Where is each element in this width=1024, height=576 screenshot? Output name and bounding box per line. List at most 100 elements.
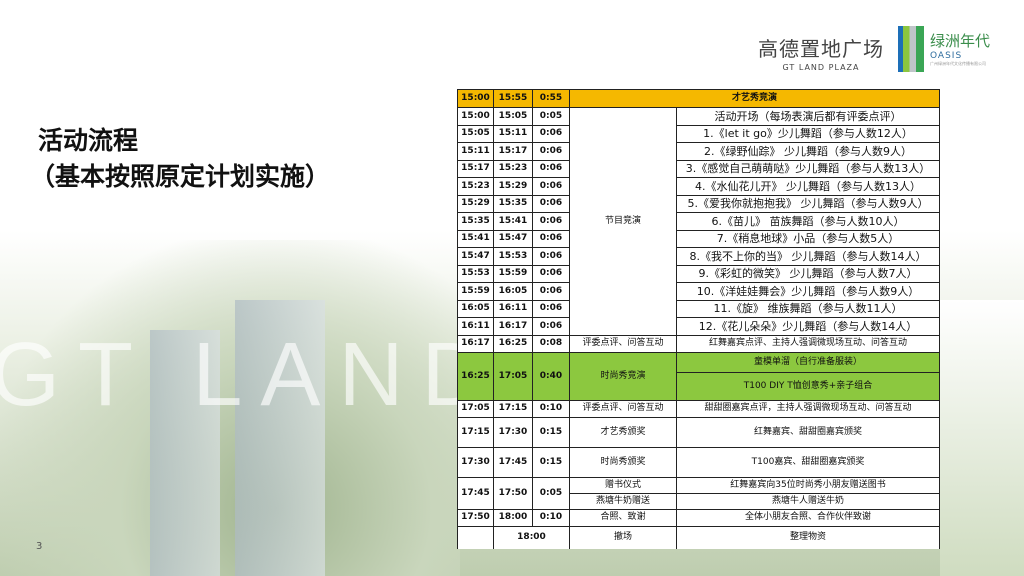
logo-en: OASIS — [930, 51, 963, 61]
end-time: 15:11 — [493, 124, 533, 143]
item-description: 10.《洋娃娃舞会》少儿舞蹈（参与人数9人） — [676, 282, 940, 301]
start-time: 16:17 — [457, 334, 494, 353]
item-description: T100嘉宾、甜甜圈嘉宾颁奖 — [676, 446, 940, 478]
end-time: 17:45 — [493, 446, 533, 478]
slide-subtitle: （基本按照原定计划实施） — [30, 162, 331, 191]
start-time: 15:11 — [457, 142, 494, 161]
end-time: 15:17 — [493, 142, 533, 161]
end-time: 16:17 — [493, 317, 533, 336]
start-time: 15:41 — [457, 229, 494, 248]
start-time: 17:45 — [457, 476, 494, 510]
table-row: 18:00 撤场 整理物资 — [457, 525, 940, 549]
item-description: 7.《稍息地球》小品（参与人数5人） — [676, 229, 940, 248]
item-description: 5.《爱我你就抱抱我》 少儿舞蹈（参与人数9人） — [676, 194, 940, 213]
logo-cn: 高德置地广场 — [758, 37, 884, 61]
end-time: 15:35 — [493, 194, 533, 213]
start-time: 15:17 — [457, 159, 494, 178]
end-time: 17:05 — [493, 351, 533, 401]
table-row: 15:35 15:41 0:06 6.《苗儿》 苗族舞蹈（参与人数10人） — [457, 212, 940, 231]
duration: 0:40 — [532, 351, 570, 401]
table-row: 15:47 15:53 0:06 8.《我不上你的当》 少儿舞蹈（参与人数14人） — [457, 247, 940, 266]
section-title: 才艺秀竞演 — [569, 89, 940, 108]
end-time: 15:41 — [493, 212, 533, 231]
table-row: 15:11 15:17 0:06 2.《绿野仙踪》 少儿舞蹈（参与人数9人） — [457, 142, 940, 161]
duration: 0:06 — [532, 317, 570, 336]
oasis-logo-mark-icon — [898, 26, 924, 72]
duration: 0:05 — [532, 107, 570, 126]
table-row: 15:00 15:05 0:05 节目竞演 活动开场（每场表演后都有评委点评） — [457, 107, 940, 336]
segment-name: 合照、致谢 — [569, 508, 677, 527]
start-time: 15:29 — [457, 194, 494, 213]
table-row: 17:05 17:15 0:10 评委点评、问答互动 甜甜圈嘉宾点评，主持人强调微现场互… — [457, 399, 940, 418]
item-description: 11.《旋》 维族舞蹈（参与人数11人） — [676, 299, 940, 318]
table-row: 17:45 17:50 0:05 赠书仪式 红舞嘉宾向35位时尚秀小朋友赠送图书 — [457, 476, 940, 510]
table-row: 15:41 15:47 0:06 7.《稍息地球》小品（参与人数5人） — [457, 229, 940, 248]
item-description: 2.《绿野仙踪》 少儿舞蹈（参与人数9人） — [676, 142, 940, 161]
start-time: 15:23 — [457, 177, 494, 196]
duration: 0:06 — [532, 177, 570, 196]
duration: 0:06 — [532, 299, 570, 318]
end-time: 16:05 — [493, 282, 533, 301]
schedule-table: 15:00 15:55 0:55 才艺秀竞演 15:00 15:05 0:05 节目竞… — [457, 89, 940, 549]
end-time: 16:25 — [493, 334, 533, 353]
item-description: 整理物资 — [676, 525, 940, 549]
duration: 0:06 — [532, 282, 570, 301]
table-row: 17:15 17:30 0:15 才艺秀颁奖 红舞嘉宾、甜甜圈嘉宾颁奖 — [457, 416, 940, 448]
item-description: 3.《感觉自己萌萌哒》少儿舞蹈（参与人数13人） — [676, 159, 940, 178]
table-row: 17:30 17:45 0:15 时尚秀颁奖 T100嘉宾、甜甜圈嘉宾颁奖 — [457, 446, 940, 478]
duration: 0:05 — [532, 476, 570, 510]
logo-small: 广州绿洲年代文化传播有限公司 — [930, 61, 986, 66]
item-description: 全体小朋友合照、合作伙伴致谢 — [676, 508, 940, 527]
item-description: 12.《花儿朵朵》少儿舞蹈（参与人数14人） — [676, 317, 940, 336]
start-time: 17:15 — [457, 416, 494, 448]
segment-name: 赠书仪式 — [569, 476, 677, 494]
duration: 0:06 — [532, 194, 570, 213]
table-row: 15:29 15:35 0:06 5.《爱我你就抱抱我》 少儿舞蹈（参与人数9人） — [457, 194, 940, 213]
segment-name: 燕塘牛奶赠送 — [569, 492, 677, 510]
item-description: 4.《水仙花儿开》 少儿舞蹈（参与人数13人） — [676, 177, 940, 196]
table-row: 15:05 15:11 0:06 1.《let it go》少儿舞蹈（参与人数12人） — [457, 124, 940, 143]
segment-name: 才艺秀颁奖 — [569, 416, 677, 448]
item-description: 甜甜圈嘉宾点评，主持人强调微现场互动、问答互动 — [676, 399, 940, 418]
end-time: 15:59 — [493, 264, 533, 283]
table-row: 16:25 17:05 0:40 时尚秀竞演 童模单溜（自行准备服装） — [457, 351, 940, 401]
item-description: 燕塘牛人赠送牛奶 — [676, 492, 940, 510]
start-time: 15:59 — [457, 282, 494, 301]
start-time: 15:00 — [457, 89, 494, 108]
table-row: 15:53 15:59 0:06 9.《彩虹的微笑》 少儿舞蹈（参与人数7人） — [457, 264, 940, 283]
table-row: 16:05 16:11 0:06 11.《旋》 维族舞蹈（参与人数11人） — [457, 299, 940, 318]
end-time: 17:50 — [493, 476, 533, 510]
duration: 0:06 — [532, 264, 570, 283]
start-time: 17:50 — [457, 508, 494, 527]
table-header-row: 15:00 15:55 0:55 才艺秀竞演 — [457, 89, 940, 108]
table-row: 15:59 16:05 0:06 10.《洋娃娃舞会》少儿舞蹈（参与人数9人） — [457, 282, 940, 301]
duration: 0:08 — [532, 334, 570, 353]
item-description: 9.《彩虹的微笑》 少儿舞蹈（参与人数7人） — [676, 264, 940, 283]
gt-land-plaza-logo: 高德置地广场 GT LAND PLAZA — [758, 33, 884, 72]
table-row: 17:50 18:00 0:10 合照、致谢 全体小朋友合照、合作伙伴致谢 — [457, 508, 940, 527]
table-row: 16:17 16:25 0:08 评委点评、问答互动 红舞嘉宾点评、主持人强调微现场互动… — [457, 334, 940, 353]
end-time: 15:05 — [493, 107, 533, 126]
start-time: 17:05 — [457, 399, 494, 418]
end-time: 18:00 — [493, 525, 570, 549]
duration: 0:06 — [532, 247, 570, 266]
oasis-logo: 绿洲年代 OASIS 广州绿洲年代文化传播有限公司 — [898, 26, 990, 72]
end-time: 15:23 — [493, 159, 533, 178]
logo-en: GT LAND PLAZA — [782, 63, 860, 72]
item-description: T100 DIY T恤创意秀+亲子组合 — [676, 371, 940, 401]
start-time: 16:05 — [457, 299, 494, 318]
item-description: 童模单溜（自行准备服装） — [676, 351, 940, 373]
slide-title: 活动流程 — [38, 126, 139, 155]
segment-name: 时尚秀颁奖 — [569, 446, 677, 478]
duration: 0:06 — [532, 142, 570, 161]
table-row: 15:23 15:29 0:06 4.《水仙花儿开》 少儿舞蹈（参与人数13人） — [457, 177, 940, 196]
segment-name: 时尚秀竞演 — [569, 351, 677, 401]
start-time: 16:25 — [457, 351, 494, 401]
tree-photo — [940, 300, 1024, 576]
duration: 0:10 — [532, 508, 570, 527]
duration: 0:55 — [532, 89, 570, 108]
segment-name: 评委点评、问答互动 — [569, 334, 677, 353]
item-description: 6.《苗儿》 苗族舞蹈（参与人数10人） — [676, 212, 940, 231]
start-time: 15:47 — [457, 247, 494, 266]
item-description: 活动开场（每场表演后都有评委点评） — [676, 107, 940, 126]
